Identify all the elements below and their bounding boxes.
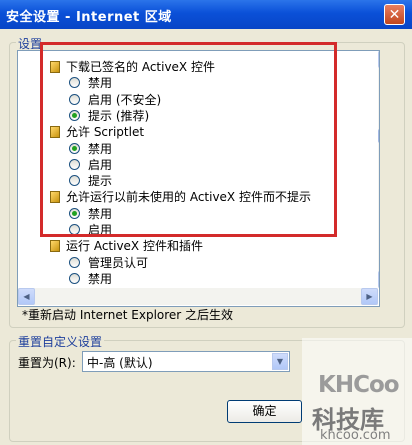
- highlight-box: [40, 42, 337, 237]
- reset-to-label: 重置为(R):: [18, 356, 76, 370]
- watermark-url: khcoo.com: [320, 428, 391, 443]
- setting-category-icon: [50, 240, 60, 253]
- radio-label: 管理员认可: [88, 255, 149, 270]
- title-bar: 安全设置 - Internet 区域 ✕: [0, 0, 412, 29]
- reset-level-value: 中-高 (默认): [87, 356, 153, 370]
- scroll-up-button[interactable]: ▲: [378, 51, 379, 68]
- scroll-thumb[interactable]: [378, 129, 379, 143]
- restart-note: *重新启动 Internet Explorer 之后生效: [22, 308, 234, 322]
- reset-button[interactable]: 确定: [227, 400, 302, 423]
- radio-unchecked[interactable]: [69, 272, 80, 284]
- reset-group-label: 重置自定义设置: [16, 333, 105, 350]
- setting-heading-label: 运行 ActiveX 控件和插件: [66, 239, 203, 254]
- scroll-down-button[interactable]: ▼: [378, 271, 379, 288]
- reset-level-select[interactable]: 中-高 (默认) ▼: [82, 351, 290, 372]
- radio-unchecked[interactable]: [69, 256, 80, 268]
- scroll-right-button[interactable]: ▶: [361, 288, 378, 305]
- window-title: 安全设置 - Internet 区域: [6, 10, 172, 25]
- scroll-left-button[interactable]: ◀: [18, 288, 35, 305]
- close-button[interactable]: ✕: [384, 4, 405, 25]
- vertical-scrollbar[interactable]: ▲ ▼: [378, 51, 379, 288]
- watermark-logo: KHCoo: [318, 372, 400, 398]
- chevron-down-icon[interactable]: ▼: [272, 353, 288, 370]
- horizontal-scrollbar[interactable]: ◀ ▶: [18, 288, 378, 305]
- close-icon: ✕: [388, 7, 401, 23]
- radio-label: 禁用: [88, 271, 113, 286]
